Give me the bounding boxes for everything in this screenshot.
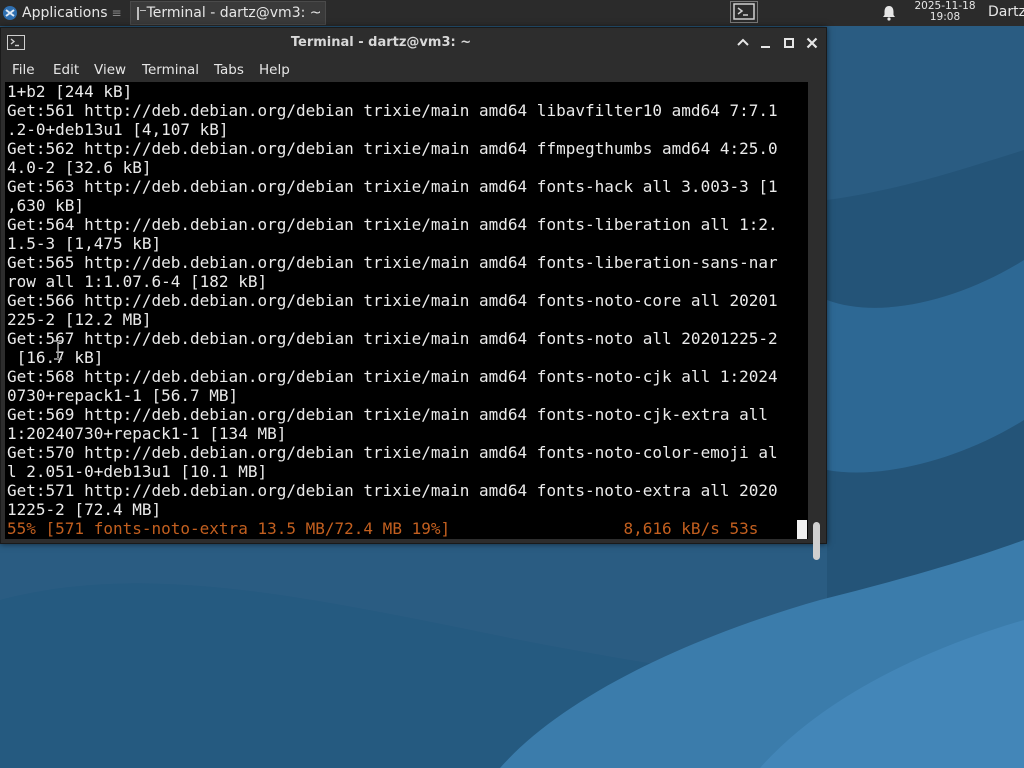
terminal-line: 0730+repack1-1 [56.7 MB] [7, 386, 239, 405]
terminal-line: Get:571 http://deb.debian.org/debian tri… [7, 481, 778, 500]
applications-menu-button[interactable]: Applications ≡ [0, 0, 126, 26]
terminal-line: 4.0-2 [32.6 kB] [7, 158, 152, 177]
terminal-line: Get:564 http://deb.debian.org/debian tri… [7, 215, 778, 234]
terminal-line: ,630 kB] [7, 196, 85, 215]
terminal-line: l 2.051-0+deb13u1 [10.1 MB] [7, 462, 268, 481]
terminal-line: .2-0+deb13u1 [4,107 kB] [7, 120, 229, 139]
top-panel: Applications ≡ Terminal - dartz@vm3: ~ 2… [0, 0, 1024, 26]
window-title: Terminal - dartz@vm3: ~ [290, 35, 472, 50]
terminal-output[interactable]: 1+b2 [244 kB] Get:561 http://deb.debian.… [5, 82, 808, 539]
terminal-line: Get:563 http://deb.debian.org/debian tri… [7, 177, 778, 196]
terminal-lines: 1+b2 [244 kB] Get:561 http://deb.debian.… [7, 82, 778, 538]
terminal-window: Terminal - dartz@vm3: ~ File Edit View T… [0, 27, 827, 560]
terminal-line: Get:568 http://deb.debian.org/debian tri… [7, 367, 778, 386]
xfce-logo-icon [3, 6, 17, 20]
terminal-line: Get:569 http://deb.debian.org/debian tri… [7, 405, 778, 424]
user-menu-button[interactable]: Dartz [988, 4, 1024, 20]
panel-clock[interactable]: 2025-11-18 19:08 [909, 1, 981, 23]
taskbar-item-terminal[interactable]: Terminal - dartz@vm3: ~ [129, 1, 326, 25]
terminal-line: Get:562 http://deb.debian.org/debian tri… [7, 139, 778, 158]
window-shade-button[interactable] [734, 34, 752, 52]
terminal-line: 1+b2 [244 kB] [7, 82, 133, 101]
notification-bell-icon[interactable] [882, 5, 896, 21]
terminal-prompt-icon [733, 3, 755, 20]
terminal-line: 1:20240730+repack1-1 [134 MB] [7, 424, 287, 443]
terminal-launcher-button[interactable] [730, 1, 758, 23]
terminal-line: [16.7 kB] [7, 348, 104, 367]
mouse-ibeam-icon [54, 340, 62, 360]
taskbar-item-label: Terminal - dartz@vm3: ~ [146, 5, 322, 21]
terminal-line: 225-2 [12.2 MB] [7, 310, 152, 329]
terminal-line: Get:561 http://deb.debian.org/debian tri… [7, 101, 778, 120]
text-cursor [797, 520, 807, 539]
terminal-icon [136, 6, 146, 20]
chevron-up-icon [737, 38, 749, 46]
terminal-line: Get:567 http://deb.debian.org/debian tri… [7, 329, 778, 348]
menu-view[interactable]: View [94, 62, 126, 78]
terminal-line: 1225-2 [72.4 MB] [7, 500, 162, 519]
menu-edit[interactable]: Edit [53, 62, 79, 78]
terminal-line: row all 1:1.07.6-4 [182 kB] [7, 272, 268, 291]
minimize-icon [761, 46, 770, 48]
terminal-scrollbar[interactable] [808, 82, 826, 560]
close-icon [806, 37, 818, 49]
scrollbar-thumb[interactable] [813, 522, 820, 560]
applications-label: Applications [22, 5, 108, 21]
maximize-icon [784, 38, 794, 48]
clock-time: 19:08 [929, 11, 961, 23]
menu-tabs[interactable]: Tabs [214, 62, 244, 78]
menu-separator-icon: ≡ [111, 6, 122, 20]
menu-file[interactable]: File [12, 62, 35, 78]
menu-bar: File Edit View Terminal Tabs Help [1, 58, 826, 82]
terminal-line: Get:565 http://deb.debian.org/debian tri… [7, 253, 778, 272]
minimize-button[interactable] [757, 34, 775, 52]
terminal-line: Get:570 http://deb.debian.org/debian tri… [7, 443, 778, 462]
terminal-line: 1.5-3 [1,475 kB] [7, 234, 162, 253]
menu-help[interactable]: Help [259, 62, 290, 78]
maximize-button[interactable] [780, 34, 798, 52]
menu-terminal[interactable]: Terminal [142, 62, 199, 78]
terminal-line: Get:566 http://deb.debian.org/debian tri… [7, 291, 778, 310]
progress-line: 55% [571 fonts-noto-extra 13.5 MB/72.4 M… [7, 519, 759, 538]
window-titlebar[interactable]: Terminal - dartz@vm3: ~ [1, 28, 826, 58]
close-button[interactable] [803, 34, 821, 52]
